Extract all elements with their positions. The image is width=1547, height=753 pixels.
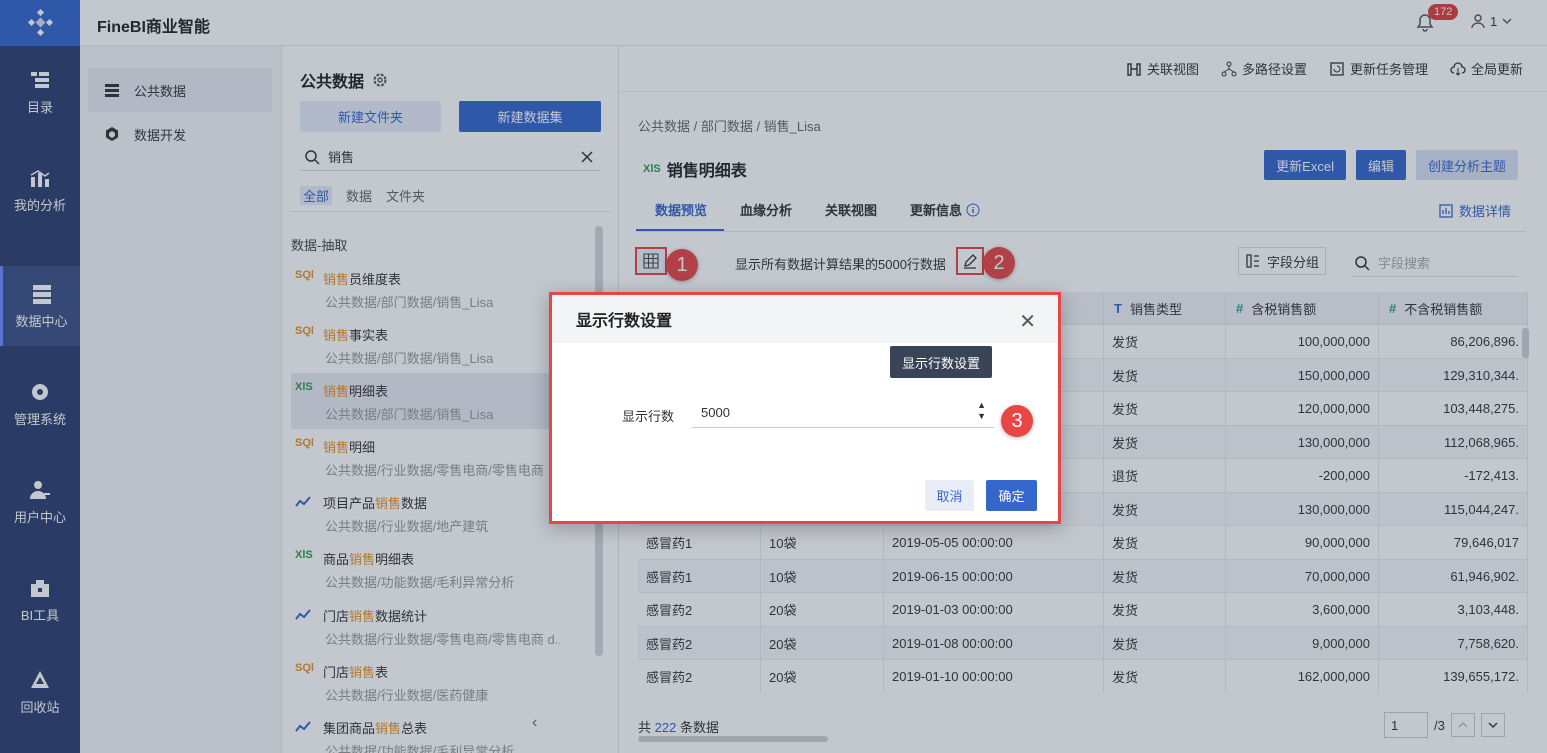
- number-stepper[interactable]: ▲ ▼: [977, 400, 986, 422]
- close-icon[interactable]: ✕: [1019, 309, 1036, 334]
- stepper-down-icon[interactable]: ▼: [977, 411, 986, 422]
- row-count-dialog: 显示行数设置 ✕ 显示行数设置 显示行数 5000 ▲ ▼ 取消 确定: [549, 292, 1061, 524]
- dialog-header: 显示行数设置: [552, 295, 1058, 343]
- row-count-input[interactable]: 5000 ▲ ▼: [692, 398, 994, 428]
- dialog-title: 显示行数设置: [576, 313, 673, 330]
- cancel-button[interactable]: 取消: [925, 480, 974, 511]
- row-count-label: 显示行数: [622, 409, 675, 424]
- tooltip: 显示行数设置: [890, 346, 992, 378]
- step-marker-3: 3: [1001, 405, 1033, 437]
- row-count-value: 5000: [701, 405, 730, 420]
- confirm-button[interactable]: 确定: [986, 480, 1037, 511]
- stepper-up-icon[interactable]: ▲: [977, 400, 986, 411]
